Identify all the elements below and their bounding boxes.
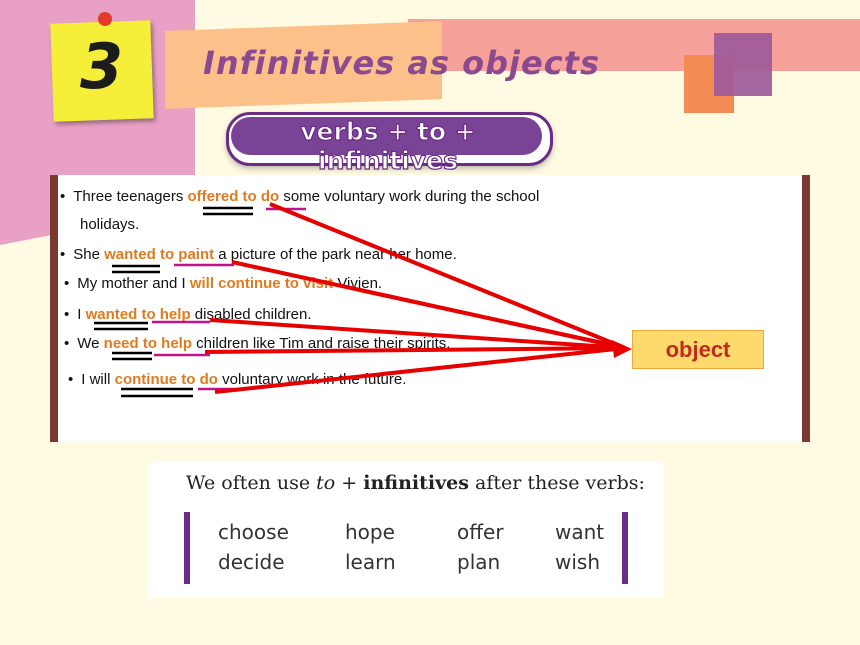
pointer-line-5: [204, 346, 626, 354]
pointer-lines: [204, 202, 626, 394]
object-label: object: [632, 330, 764, 369]
verb-cell: want: [555, 520, 605, 544]
verb-cell: choose: [218, 520, 289, 544]
table-right-border: [622, 512, 628, 584]
arrow-head: [612, 340, 632, 358]
verb-cell: learn: [345, 550, 396, 574]
table-left-border: [184, 512, 190, 584]
verb-cell: wish: [555, 550, 601, 574]
verb-table-heading: We often use to + infinitives after thes…: [186, 472, 645, 494]
verb-cell: offer: [457, 520, 504, 544]
verb-underlines: [94, 206, 253, 398]
to-underlines: [152, 207, 306, 391]
verb-cell: decide: [218, 550, 285, 574]
verb-cell: plan: [457, 550, 501, 574]
pointer-line-6: [214, 346, 626, 394]
verb-cell: hope: [345, 520, 395, 544]
